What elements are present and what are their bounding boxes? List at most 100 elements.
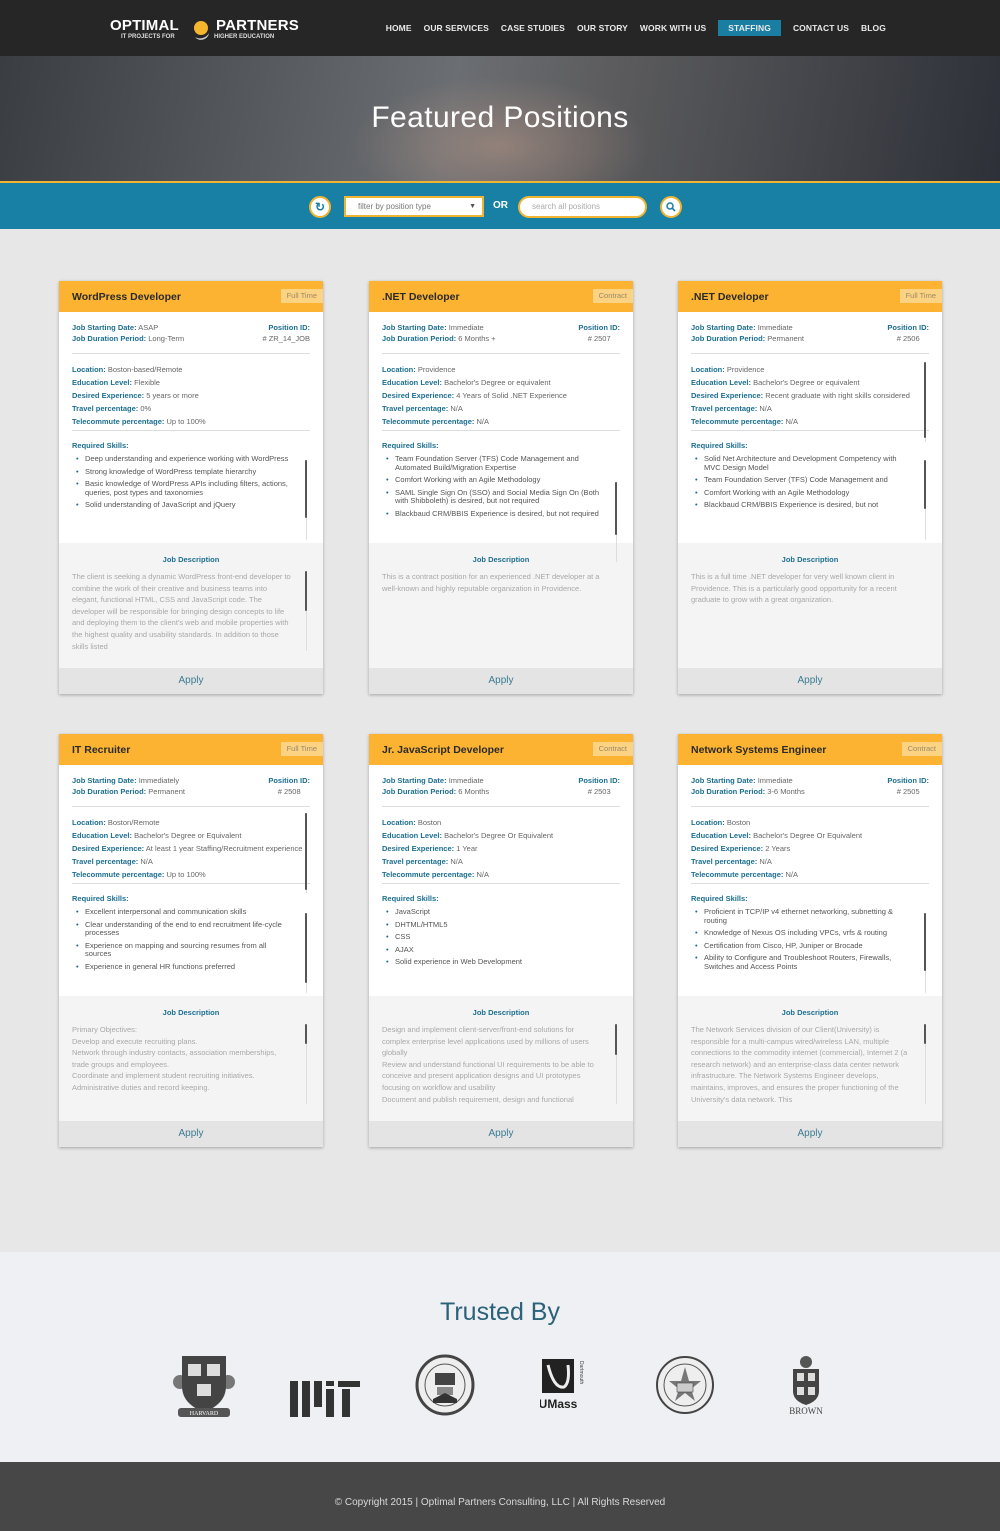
job-card: Network Systems Engineer Contract Job St…	[678, 734, 942, 1147]
apply-button[interactable]: Apply	[678, 668, 942, 694]
position-id-value: # 2505	[896, 787, 920, 796]
start-date-label: Job Starting Date:	[382, 776, 447, 785]
job-details: Location: Providence Education Level: Ba…	[691, 354, 929, 431]
skills-scrollbar-thumb[interactable]	[924, 913, 926, 971]
description-scrollbar-thumb[interactable]	[305, 571, 307, 611]
reset-filter-button[interactable]: ↻	[309, 196, 331, 218]
start-date-value: Immediate	[757, 323, 793, 332]
skill-item: Experience on mapping and sourcing resum…	[76, 941, 310, 959]
job-card: IT Recruiter Full Time Job Starting Date…	[59, 734, 323, 1147]
position-id-label: Position ID:	[578, 776, 620, 785]
experience-value: 5 years or more	[146, 391, 199, 400]
trusted-by-section: Trusted By HARVARD UMass Dartmouth BROWN	[0, 1252, 1000, 1462]
nav-case-studies[interactable]: CASE STUDIES	[501, 20, 565, 36]
skill-item: Proficient in TCP/IP v4 ethernet network…	[695, 907, 929, 925]
skill-item: Blackbaud CRM/BBIS Experience is desired…	[386, 509, 620, 519]
location-value: Boston	[417, 818, 442, 827]
job-description: Job Description Design and implement cli…	[369, 996, 633, 1121]
skill-item: Certification from Cisco, HP, Juniper or…	[695, 941, 929, 951]
location-value: Boston	[726, 818, 751, 827]
education-label: Education Level:	[72, 831, 133, 840]
description-text: The client is seeking a dynamic WordPres…	[72, 572, 291, 651]
brand-name-left: OPTIMAL	[110, 17, 179, 34]
search-input[interactable]: search all positions	[518, 196, 647, 218]
job-description: Job Description This is a full time .NET…	[678, 543, 942, 668]
job-details: Location: Boston Education Level: Bachel…	[382, 807, 620, 884]
location-label: Location:	[72, 365, 106, 374]
nav-contact-us[interactable]: CONTACT US	[793, 20, 849, 36]
description-text: The Network Services division of our Cli…	[691, 1025, 908, 1104]
position-id-value: # ZR_14_JOB	[262, 334, 310, 343]
start-date-value: Immediate	[757, 776, 793, 785]
job-summary: Job Starting Date: ASAP Job Duration Per…	[72, 312, 310, 354]
skill-item: Clear understanding of the end to end re…	[76, 920, 310, 938]
experience-value: 1 Year	[456, 844, 478, 853]
start-date-label: Job Starting Date:	[691, 776, 756, 785]
refresh-icon: ↻	[314, 200, 326, 214]
skill-item: Basic knowledge of WordPress APIs includ…	[76, 479, 310, 497]
skill-item: Experience in general HR functions prefe…	[76, 962, 310, 972]
position-id-value: # 2507	[587, 334, 611, 343]
skill-item: Solid experience in Web Development	[386, 957, 620, 967]
nav-home[interactable]: HOME	[386, 20, 412, 36]
telecommute-label: Telecommute percentage:	[382, 417, 475, 426]
skills-label: Required Skills:	[72, 894, 129, 903]
start-date-value: Immediately	[138, 776, 180, 785]
details-scrollbar-thumb[interactable]	[305, 813, 307, 890]
experience-label: Desired Experience:	[382, 391, 455, 400]
apply-button[interactable]: Apply	[369, 668, 633, 694]
job-card: .NET Developer Contract Job Starting Dat…	[369, 281, 633, 694]
skills-scrollbar-thumb[interactable]	[305, 460, 307, 518]
brand-logo[interactable]: OPTIMAL PARTNERS IT PROJECTS FOR HIGHER …	[110, 14, 310, 44]
job-description: Job Description The client is seeking a …	[59, 543, 323, 668]
skills-scrollbar-thumb[interactable]	[924, 460, 926, 509]
boston-college-seal	[415, 1354, 475, 1416]
nav-blog[interactable]: BLOG	[861, 20, 886, 36]
skills-list: Excellent interpersonal and communicatio…	[72, 907, 310, 972]
position-id-value: # 2506	[896, 334, 920, 343]
start-date-value: Immediate	[448, 323, 484, 332]
skills-scrollbar-thumb[interactable]	[305, 913, 307, 983]
details-scrollbar-thumb[interactable]	[924, 362, 926, 438]
telecommute-value: Up to 100%	[166, 870, 206, 879]
or-label: OR	[493, 200, 508, 211]
skill-item: Team Foundation Server (TFS) Code Manage…	[695, 475, 929, 485]
education-label: Education Level:	[691, 831, 752, 840]
nav-our-services[interactable]: OUR SERVICES	[424, 20, 489, 36]
position-id-value: # 2508	[277, 787, 301, 796]
job-title: Network Systems Engineer	[691, 744, 827, 756]
nav-our-story[interactable]: OUR STORY	[577, 20, 628, 36]
apply-button[interactable]: Apply	[59, 668, 323, 694]
apply-button[interactable]: Apply	[59, 1121, 323, 1147]
job-card-header: Jr. JavaScript Developer Contract	[369, 734, 633, 765]
skill-item: Ability to Configure and Troubleshoot Ro…	[695, 953, 929, 971]
nav-staffing[interactable]: STAFFING	[718, 20, 781, 36]
job-title: Jr. JavaScript Developer	[382, 744, 504, 756]
description-text: This is a full time .NET developer for v…	[691, 572, 897, 605]
skill-item: Excellent interpersonal and communicatio…	[76, 907, 310, 917]
position-id-label: Position ID:	[578, 323, 620, 332]
job-details: Location: Boston Education Level: Bachel…	[691, 807, 929, 884]
nav-work-with-us[interactable]: WORK WITH US	[640, 20, 706, 36]
job-summary: Job Starting Date: Immediate Job Duratio…	[691, 765, 929, 807]
job-type-badge: Contract	[901, 742, 942, 756]
start-date-label: Job Starting Date:	[72, 323, 137, 332]
umass-subtext: Dartmouth	[578, 1361, 584, 1385]
job-card-header: .NET Developer Contract	[369, 281, 633, 312]
duration-value: 6 Months	[458, 787, 490, 796]
position-type-select[interactable]: filter by position type ▼	[344, 196, 484, 217]
duration-label: Job Duration Period:	[72, 787, 147, 796]
description-scrollbar-thumb[interactable]	[615, 1024, 617, 1055]
travel-label: Travel percentage:	[691, 857, 758, 866]
skill-item: Deep understanding and experience workin…	[76, 454, 310, 464]
skills-scrollbar-thumb[interactable]	[615, 482, 617, 535]
search-button[interactable]	[660, 196, 682, 218]
travel-label: Travel percentage:	[72, 857, 139, 866]
apply-button[interactable]: Apply	[369, 1121, 633, 1147]
travel-value: N/A	[140, 857, 153, 866]
description-scrollbar-thumb[interactable]	[305, 1024, 307, 1044]
job-summary: Job Starting Date: Immediate Job Duratio…	[382, 765, 620, 807]
trusted-by-title: Trusted By	[440, 1298, 560, 1326]
apply-button[interactable]: Apply	[678, 1121, 942, 1147]
description-scrollbar-thumb[interactable]	[924, 1024, 926, 1044]
